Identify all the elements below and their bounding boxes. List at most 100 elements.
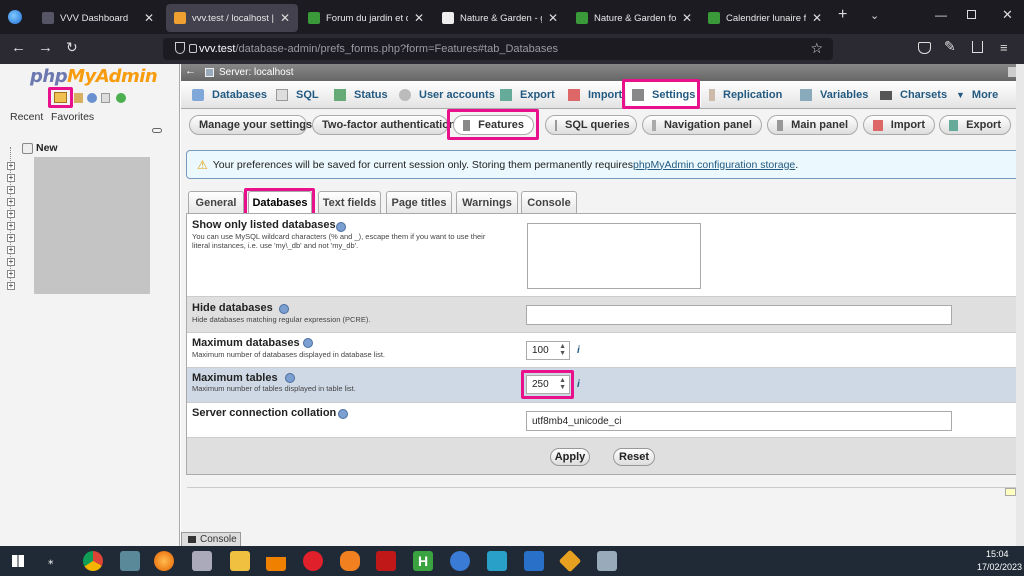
settings-tab-sql-queries[interactable]: SQL queries <box>545 115 637 135</box>
hide-databases-input[interactable] <box>526 305 952 325</box>
link-with-main-panel-icon[interactable] <box>152 128 162 133</box>
task-view-icon[interactable]: ⁎ <box>48 554 54 567</box>
new-tab-button[interactable]: + <box>838 6 847 24</box>
tab-export[interactable]: Export <box>494 83 561 107</box>
expand-db-icon[interactable]: + <box>7 198 15 206</box>
close-tab-icon[interactable]: ✕ <box>548 11 558 25</box>
settings-tab-manage[interactable]: Manage your settings <box>189 115 312 135</box>
back-icon[interactable]: ← <box>11 39 26 56</box>
close-tab-icon[interactable]: ✕ <box>280 11 290 25</box>
monitor-icon[interactable] <box>597 551 617 571</box>
firefox-menu-icon[interactable] <box>8 10 22 24</box>
expand-db-icon[interactable]: + <box>7 258 15 266</box>
collapse-arrow-icon[interactable]: ← <box>185 65 196 77</box>
expand-db-icon[interactable]: + <box>7 246 15 254</box>
close-tab-icon[interactable]: ✕ <box>414 11 424 25</box>
browser-tab[interactable]: Calendrier lunaire févri✕ <box>700 4 830 32</box>
spinner-arrows-icon[interactable]: ▲ ▼ <box>559 343 566 357</box>
pocket-icon[interactable] <box>918 42 931 54</box>
tab-import[interactable]: Import <box>562 83 628 107</box>
expand-db-icon[interactable]: + <box>7 282 15 290</box>
form-tab-warnings[interactable]: Warnings <box>456 191 518 214</box>
new-database-link[interactable]: New <box>36 142 58 154</box>
extensions-icon[interactable]: ✎ <box>944 38 956 55</box>
help-icon[interactable] <box>303 338 313 348</box>
filezilla-icon[interactable] <box>376 551 396 571</box>
share-icon[interactable] <box>972 41 983 53</box>
minimize-window-icon[interactable]: — <box>935 8 947 22</box>
tab-replication[interactable]: Replication <box>703 83 788 107</box>
settings-tab-two-factor[interactable]: Two-factor authentication <box>312 115 456 135</box>
firefox-icon[interactable] <box>154 551 174 571</box>
scrollbar-track[interactable] <box>1016 64 1024 546</box>
file-explorer-icon[interactable] <box>230 551 250 571</box>
tab-list-chevron-icon[interactable]: ⌄ <box>870 9 879 22</box>
bookmark-star-icon[interactable]: ☆ <box>810 40 823 57</box>
expand-db-icon[interactable]: + <box>7 210 15 218</box>
docs-help-icon[interactable] <box>87 93 97 103</box>
butterfly-icon[interactable] <box>340 551 360 571</box>
sql-query-window-icon[interactable] <box>74 93 83 103</box>
menu-hamburger-icon[interactable]: ≡ <box>1000 40 1008 55</box>
tab-sql[interactable]: SQL <box>270 83 325 107</box>
tab-variables[interactable]: Variables <box>794 83 874 107</box>
expand-db-icon[interactable]: + <box>7 174 15 182</box>
forward-icon[interactable]: → <box>38 39 53 56</box>
settings-tab-main-panel[interactable]: Main panel <box>767 115 858 135</box>
expand-db-icon[interactable]: + <box>7 162 15 170</box>
browser-tab[interactable]: VVV Dashboard ✕ <box>34 4 162 32</box>
tab-status[interactable]: Status <box>328 83 394 107</box>
reload-navigation-icon[interactable] <box>116 93 126 103</box>
shield-icon[interactable] <box>175 42 185 54</box>
max-databases-stepper[interactable]: 100 ▲ ▼ <box>526 341 570 360</box>
settings-tab-navigation-panel[interactable]: Navigation panel <box>642 115 762 135</box>
form-tab-console[interactable]: Console <box>521 191 577 214</box>
documentation-page-icon[interactable] <box>101 93 110 103</box>
info-icon[interactable]: i <box>577 379 580 390</box>
close-tab-icon[interactable]: ✕ <box>144 11 154 25</box>
config-storage-link[interactable]: phpMyAdmin configuration storage <box>633 159 795 171</box>
browser-tab-active[interactable]: vvv.test / localhost | pl✕ <box>166 4 298 32</box>
browser-tab[interactable]: Nature & Garden - gar✕ <box>434 4 566 32</box>
browser-tab[interactable]: Forum du jardin et du j✕ <box>300 4 432 32</box>
restore-window-icon[interactable] <box>967 10 976 19</box>
opera-icon[interactable] <box>303 551 323 571</box>
recent-tab[interactable]: Recent <box>10 111 43 123</box>
close-tab-icon[interactable]: ✕ <box>682 11 692 25</box>
settings-tab-import[interactable]: Import <box>863 115 935 135</box>
form-tab-page-titles[interactable]: Page titles <box>386 191 452 214</box>
url-bar[interactable]: vvv.test/database-admin/prefs_forms.php?… <box>163 38 833 60</box>
close-window-icon[interactable]: ✕ <box>1002 7 1013 23</box>
expand-db-icon[interactable]: + <box>7 186 15 194</box>
form-tab-text-fields[interactable]: Text fields <box>318 191 381 214</box>
phpmyadmin-logo[interactable]: phpMyAdmin <box>30 66 158 87</box>
tab-user-accounts[interactable]: User accounts <box>393 83 501 107</box>
help-icon[interactable] <box>336 222 346 232</box>
editor-icon[interactable] <box>120 551 140 571</box>
reload-icon[interactable]: ↻ <box>66 39 78 56</box>
help-icon[interactable] <box>285 373 295 383</box>
expand-db-icon[interactable]: + <box>7 222 15 230</box>
lock-icon[interactable] <box>189 44 197 53</box>
page-notes-icon[interactable] <box>1005 488 1016 496</box>
photos-icon[interactable] <box>524 551 544 571</box>
help-icon[interactable] <box>279 304 289 314</box>
windows-start-icon[interactable] <box>12 555 24 567</box>
help-icon[interactable] <box>338 409 348 419</box>
form-tab-general[interactable]: General <box>188 191 244 214</box>
expand-db-icon[interactable]: + <box>7 270 15 278</box>
collation-input[interactable]: utf8mb4_unicode_ci <box>526 411 952 431</box>
expand-db-icon[interactable]: + <box>7 234 15 242</box>
new-database-icon[interactable] <box>22 143 33 154</box>
firefox-dev-icon[interactable] <box>450 551 470 571</box>
app-icon[interactable] <box>487 551 507 571</box>
chrome-icon[interactable] <box>83 551 103 571</box>
tab-more[interactable]: ▼ More <box>950 83 1004 107</box>
server-label[interactable]: Server: localhost <box>219 67 293 78</box>
tab-charsets[interactable]: Charsets <box>874 83 953 107</box>
tab-databases[interactable]: Databases <box>186 83 273 107</box>
vlc-icon[interactable] <box>266 551 286 571</box>
h-app-icon[interactable]: H <box>413 551 433 571</box>
reset-button[interactable]: Reset <box>613 448 655 466</box>
settings-tab-export[interactable]: Export <box>939 115 1011 135</box>
